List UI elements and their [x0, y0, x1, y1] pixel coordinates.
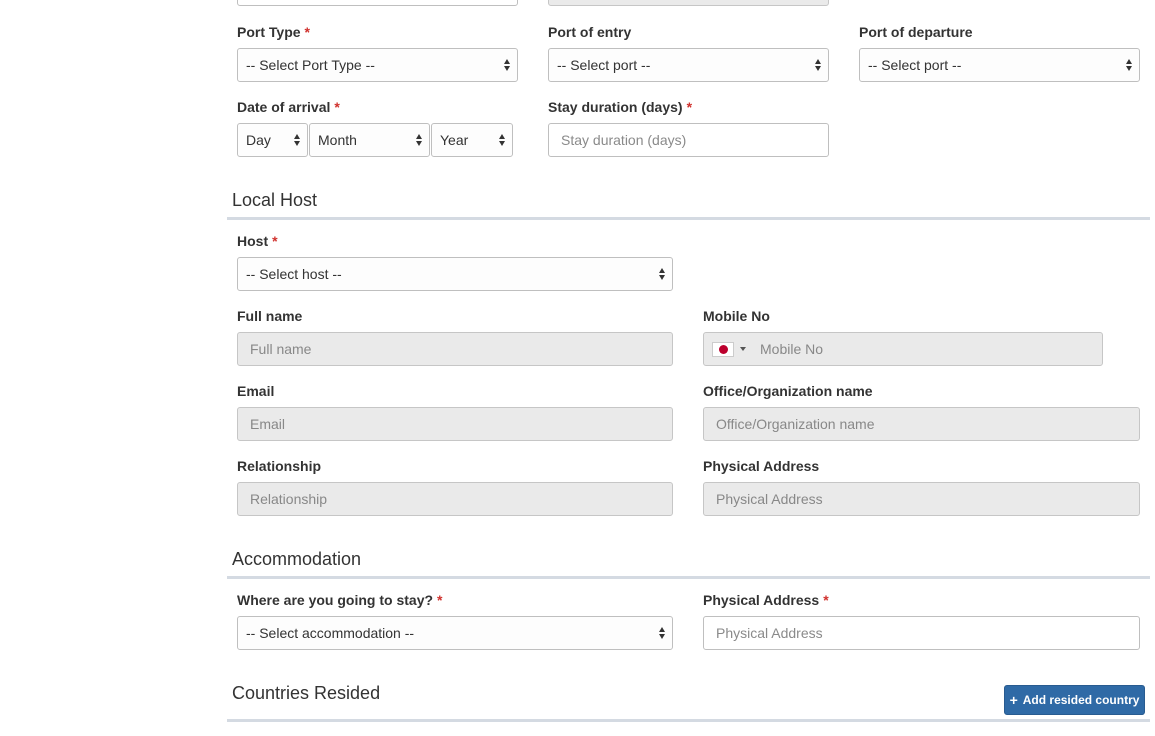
select-caret-icon [814, 57, 822, 73]
stay-duration-input[interactable]: Stay duration (days) [548, 123, 829, 157]
relationship-label: Relationship [237, 458, 322, 474]
port-type-label: Port Type * [237, 24, 310, 40]
port-of-departure-select[interactable]: -- Select port -- [859, 48, 1140, 82]
select-caret-icon [293, 132, 301, 148]
arrival-year-select[interactable]: Year [431, 123, 513, 157]
select-caret-icon [415, 132, 423, 148]
chevron-down-icon [740, 347, 746, 351]
accommodation-address-input[interactable]: Physical Address [703, 616, 1140, 650]
japan-flag-icon[interactable] [712, 341, 734, 357]
select-caret-icon [1125, 57, 1133, 73]
accommodation-select[interactable]: -- Select accommodation -- [237, 616, 673, 650]
accommodation-address-label: Physical Address * [703, 592, 829, 608]
select-caret-icon [503, 57, 511, 73]
email-label: Email [237, 383, 275, 399]
email-field: Email [237, 407, 673, 441]
local-host-title: Local Host [232, 190, 318, 210]
relationship-field: Relationship [237, 482, 673, 516]
port-of-entry-select[interactable]: -- Select port -- [548, 48, 829, 82]
port-type-select[interactable]: -- Select Port Type -- [237, 48, 518, 82]
arrival-day-select[interactable]: Day [237, 123, 308, 157]
full-name-field: Full name [237, 332, 673, 366]
previous-field-disabled [548, 0, 829, 6]
countries-resided-title: Countries Resided [232, 683, 381, 703]
host-label: Host * [237, 233, 278, 249]
select-caret-icon [658, 266, 666, 282]
port-of-entry-label: Port of entry [548, 24, 632, 40]
host-physical-address-field: Physical Address [703, 482, 1140, 516]
office-label: Office/Organization name [703, 383, 873, 399]
select-caret-icon [658, 625, 666, 641]
select-caret-icon [498, 132, 506, 148]
mobile-no-field: Mobile No [703, 332, 1103, 366]
port-of-departure-label: Port of departure [859, 24, 973, 40]
section-divider [227, 576, 1150, 579]
date-of-arrival-label: Date of arrival * [237, 99, 340, 115]
stay-label: Where are you going to stay? * [237, 592, 443, 608]
mobile-no-label: Mobile No [703, 308, 770, 324]
section-divider [227, 217, 1150, 220]
plus-icon: + [1009, 692, 1018, 708]
accommodation-title: Accommodation [232, 549, 362, 569]
stay-duration-label: Stay duration (days) * [548, 99, 693, 115]
arrival-month-select[interactable]: Month [309, 123, 430, 157]
add-resided-country-button[interactable]: + Add resided country [1004, 685, 1145, 715]
office-field: Office/Organization name [703, 407, 1140, 441]
full-name-label: Full name [237, 308, 303, 324]
section-divider [227, 719, 1150, 722]
host-physical-address-label: Physical Address [703, 458, 820, 474]
previous-field-input[interactable] [237, 0, 518, 6]
host-select[interactable]: -- Select host -- [237, 257, 673, 291]
